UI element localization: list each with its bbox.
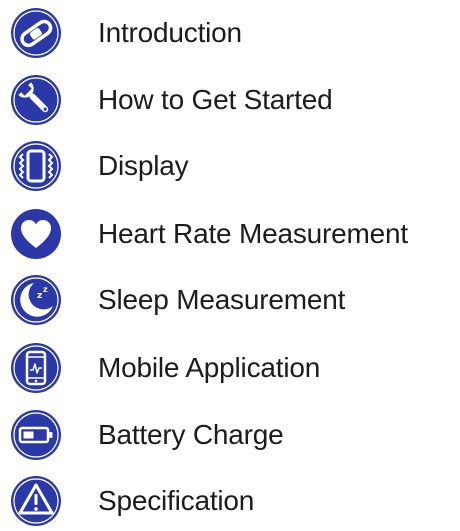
toc-label: Specification	[98, 485, 255, 516]
toc-item-specification[interactable]: Specification	[0, 471, 460, 531]
svg-text:z: z	[37, 291, 42, 301]
toc-item-how-to-get-started[interactable]: How to Get Started	[0, 70, 460, 130]
battery-icon	[10, 409, 62, 461]
smartphone-icon	[10, 342, 62, 394]
table-of-contents: Introduction How to Get Started Display …	[0, 0, 460, 526]
svg-text:z: z	[43, 285, 48, 294]
toc-item-display[interactable]: Display	[0, 136, 460, 196]
toc-item-mobile-application[interactable]: Mobile Application	[0, 338, 460, 398]
toc-label: Battery Charge	[98, 419, 284, 450]
moon-sleep-icon: z z	[10, 274, 62, 326]
wrench-icon	[10, 74, 62, 126]
vibrating-phone-icon	[10, 140, 62, 192]
toc-item-sleep-measurement[interactable]: z z Sleep Measurement	[0, 270, 460, 330]
toc-label: Heart Rate Measurement	[98, 218, 408, 249]
heart-icon	[10, 208, 62, 260]
toc-label: Mobile Application	[98, 352, 321, 383]
toc-label: Display	[98, 150, 189, 181]
toc-label: Introduction	[98, 17, 242, 48]
warning-icon	[10, 475, 62, 527]
toc-label: How to Get Started	[98, 84, 333, 115]
bracelet-icon	[10, 7, 62, 59]
toc-item-heart-rate-measurement[interactable]: Heart Rate Measurement	[0, 204, 460, 264]
toc-label: Sleep Measurement	[98, 284, 346, 315]
toc-item-battery-charge[interactable]: Battery Charge	[0, 405, 460, 465]
toc-item-introduction[interactable]: Introduction	[0, 3, 460, 63]
